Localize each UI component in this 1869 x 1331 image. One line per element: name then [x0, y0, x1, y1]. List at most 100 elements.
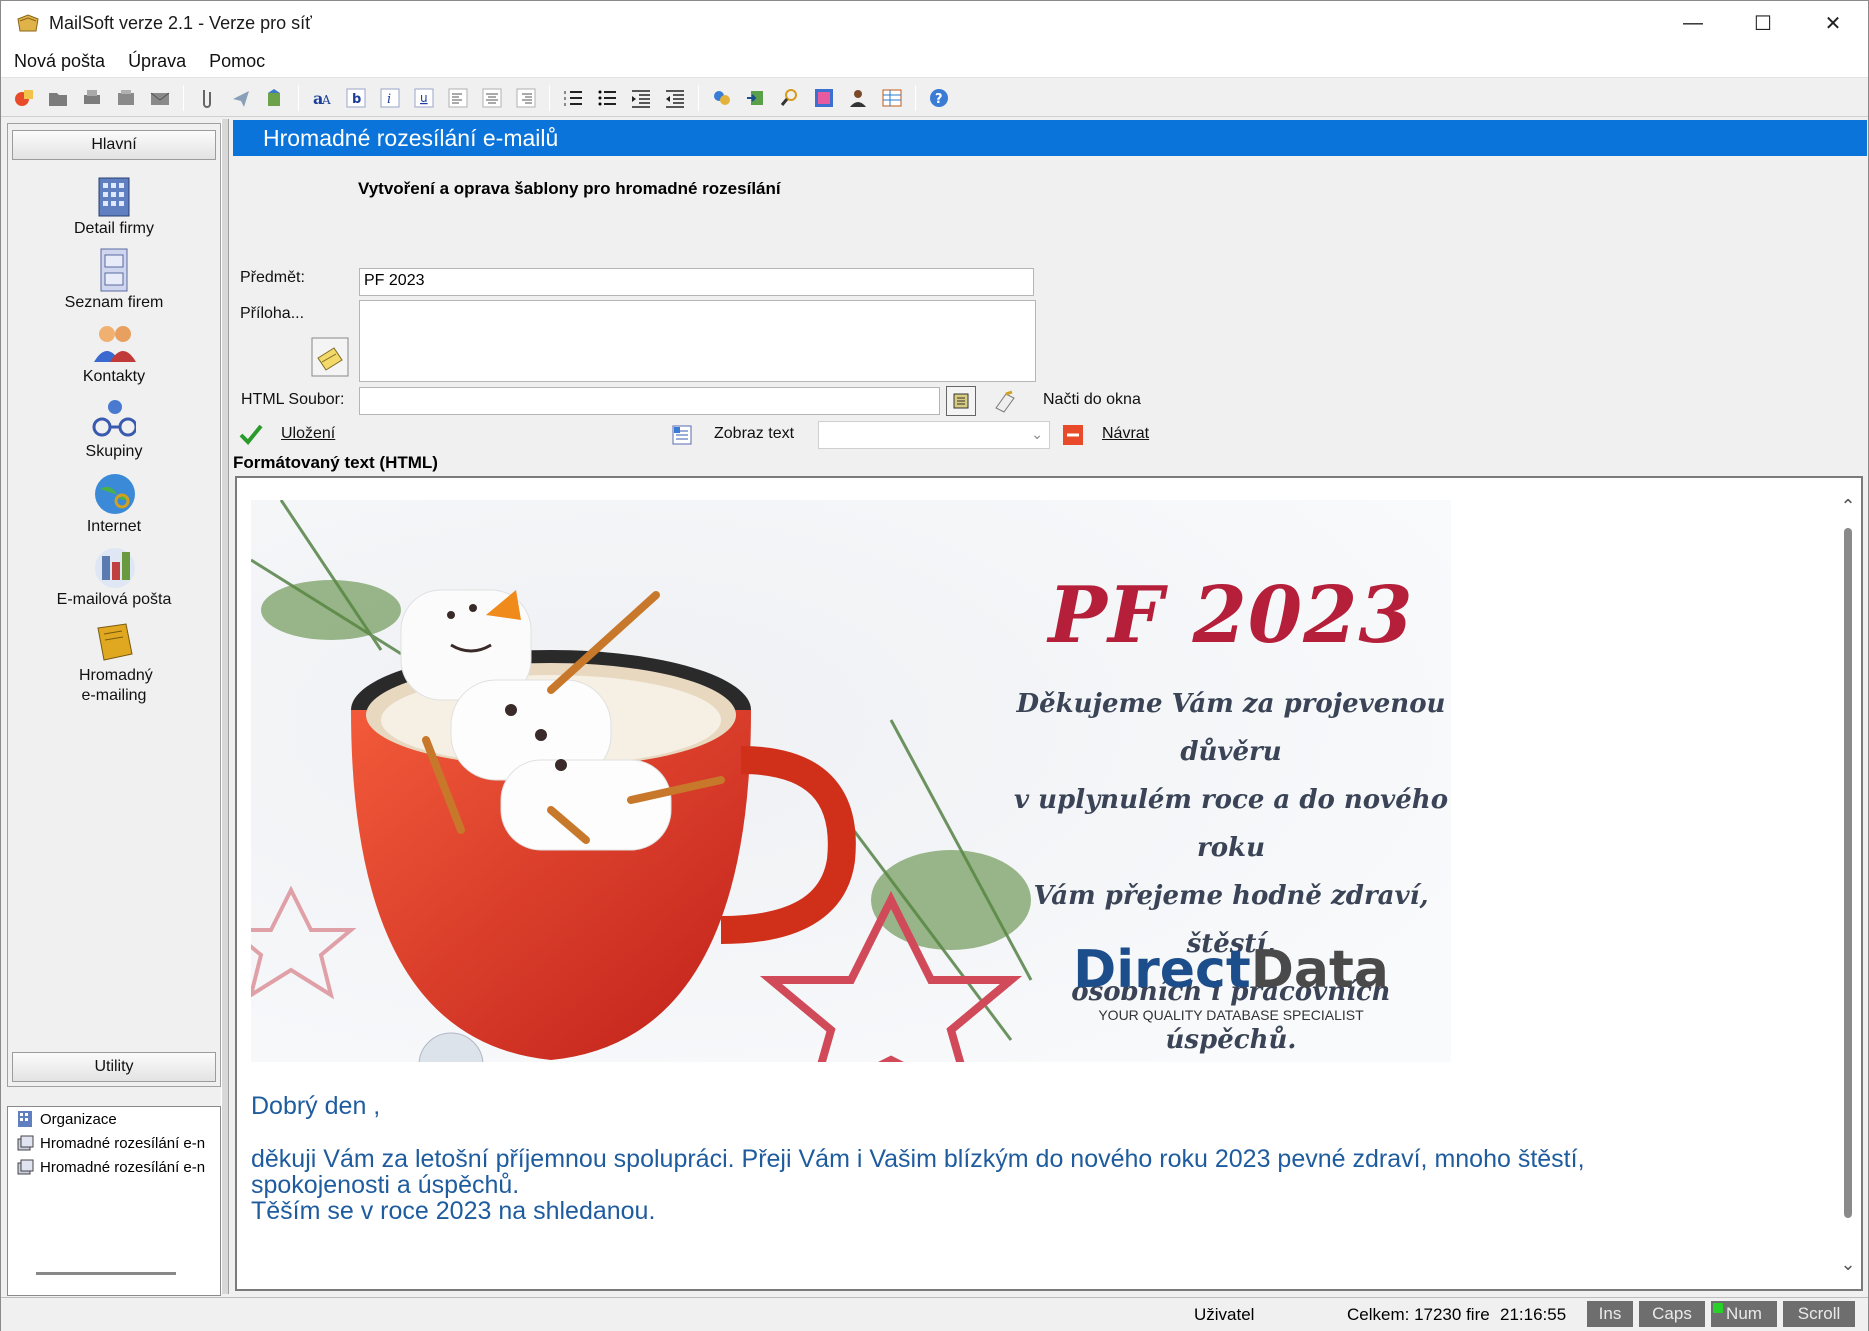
- save-button[interactable]: Uložení: [281, 425, 335, 443]
- scroll-up-icon[interactable]: ⌃: [1838, 496, 1858, 517]
- new-mail-icon[interactable]: [9, 83, 39, 113]
- editor-vertical-scrollbar[interactable]: ⌃ ⌄: [1835, 478, 1861, 1289]
- menu-nova-posta[interactable]: Nová pošta: [1, 51, 115, 72]
- italic-icon[interactable]: i: [375, 83, 405, 113]
- align-right-icon[interactable]: [511, 83, 541, 113]
- close-button[interactable]: ✕: [1798, 1, 1868, 45]
- building-icon: [14, 1109, 36, 1129]
- show-text-icon[interactable]: [669, 422, 695, 448]
- groups-icon: [92, 397, 136, 441]
- minimize-button[interactable]: —: [1658, 1, 1728, 45]
- attachment-list[interactable]: [359, 300, 1036, 382]
- html-file-label: HTML Soubor:: [241, 391, 345, 408]
- tree-item-organizace[interactable]: Organizace: [8, 1107, 220, 1131]
- maximize-button[interactable]: ☐: [1728, 1, 1798, 45]
- tree-panel: Organizace Hromadné rozesílání e-n Hroma…: [7, 1106, 221, 1296]
- send-icon[interactable]: [226, 83, 256, 113]
- menu-uprava[interactable]: Úprava: [115, 51, 196, 72]
- mail-stack-icon: [14, 1133, 36, 1153]
- export-icon[interactable]: [260, 83, 290, 113]
- help-icon[interactable]: ?: [924, 83, 954, 113]
- nav-label: Skupiny: [85, 443, 143, 460]
- status-num: Num: [1711, 1301, 1777, 1327]
- book-icon: [92, 620, 136, 664]
- open-icon[interactable]: [43, 83, 73, 113]
- html-editor[interactable]: PF 2023 Děkujeme Vám za projevenou důvěr…: [235, 476, 1863, 1291]
- tree-horizontal-scrollbar[interactable]: [36, 1272, 176, 1275]
- checkmark-icon[interactable]: [238, 421, 264, 447]
- mail-stack-icon: [14, 1157, 36, 1177]
- print-preview-icon[interactable]: [111, 83, 141, 113]
- subject-input[interactable]: PF 2023: [359, 268, 1034, 296]
- font-icon[interactable]: aA: [307, 83, 337, 113]
- logo-part-1: Direct: [1073, 940, 1251, 1000]
- chevron-down-icon: ⌄: [1031, 426, 1043, 442]
- back-button[interactable]: Návrat: [1102, 425, 1149, 443]
- toolbar-separator: [915, 84, 916, 111]
- group-utility-button[interactable]: Utility: [12, 1052, 216, 1082]
- import-icon[interactable]: [741, 83, 771, 113]
- logo-tagline: YOUR QUALITY DATABASE SPECIALIST: [1098, 1007, 1364, 1023]
- toolbar-separator: [698, 84, 699, 111]
- bullet-list-icon[interactable]: [592, 83, 622, 113]
- num-led-icon: [1713, 1303, 1723, 1313]
- color-icon[interactable]: [707, 83, 737, 113]
- svg-text:u: u: [420, 91, 428, 105]
- tree-item-hromadne-1[interactable]: Hromadné rozesílání e-n: [8, 1131, 220, 1155]
- show-text-button[interactable]: Zobraz text: [714, 425, 794, 443]
- svg-text:A: A: [321, 93, 331, 107]
- indent-icon[interactable]: [626, 83, 656, 113]
- nav-label: Detail firmy: [73, 220, 154, 237]
- vertical-splitter[interactable]: [221, 119, 229, 1294]
- nav-detail-firmy[interactable]: Detail firmy: [12, 174, 216, 238]
- underline-icon[interactable]: u: [409, 83, 439, 113]
- outdent-icon[interactable]: [660, 83, 690, 113]
- align-center-icon[interactable]: [477, 83, 507, 113]
- tree-item-label: Organizace: [40, 1110, 117, 1128]
- outlook-bar: Hlavní Detail firmy Seznam firem Kontakt…: [7, 123, 221, 1087]
- attachment-label[interactable]: Příloha...: [240, 305, 304, 323]
- nav-seznam-firem[interactable]: Seznam firem: [12, 248, 216, 312]
- nav-emailova-posta[interactable]: E-mailová pošta: [12, 545, 216, 609]
- card-message-line: Děkujeme Vám za projevenou důvěru: [1016, 689, 1446, 767]
- print-icon[interactable]: [77, 83, 107, 113]
- search-icon[interactable]: [775, 83, 805, 113]
- attach-note-icon[interactable]: [309, 335, 351, 379]
- mail-icon[interactable]: [145, 83, 175, 113]
- menu-pomoc[interactable]: Pomoc: [196, 51, 275, 72]
- scroll-down-icon[interactable]: ⌄: [1838, 1254, 1858, 1275]
- tree-item-label: Hromadné rozesílání e-n: [40, 1134, 206, 1152]
- tree-item-hromadne-2[interactable]: Hromadné rozesílání e-n: [8, 1155, 220, 1179]
- browse-file-icon[interactable]: [946, 386, 976, 416]
- nav-skupiny[interactable]: Skupiny: [12, 397, 216, 461]
- card-message-line: v uplynulém roce a do nového roku: [1013, 785, 1449, 863]
- formatted-text-label: Formátovaný text (HTML): [233, 453, 438, 472]
- align-left-icon[interactable]: [443, 83, 473, 113]
- nav-internet[interactable]: Internet: [12, 472, 216, 536]
- load-window-icon[interactable]: [991, 387, 1019, 415]
- image-icon[interactable]: [809, 83, 839, 113]
- attach-icon[interactable]: [192, 83, 222, 113]
- menu-bar: Nová pošta Úprava Pomoc: [1, 45, 1868, 78]
- bold-icon[interactable]: b: [341, 83, 371, 113]
- tree-item-label: Hromadné rozesílání e-n: [40, 1158, 206, 1176]
- nav-hromadny-emailing[interactable]: Hromadný e-mailing: [12, 620, 216, 706]
- html-file-input[interactable]: [359, 387, 940, 415]
- card-title: PF 2023: [1048, 570, 1414, 661]
- globe-icon: [92, 472, 136, 516]
- load-to-window-button[interactable]: Načti do okna: [1043, 391, 1141, 409]
- title-bar: MailSoft verze 2.1 - Verze pro síť — ☐ ✕: [1, 1, 1868, 45]
- nav-label: Kontakty: [82, 368, 146, 385]
- directdata-logo: DirectData: [1011, 940, 1451, 1000]
- numbered-list-icon[interactable]: [558, 83, 588, 113]
- group-hlavni-button[interactable]: Hlavní: [12, 130, 216, 160]
- table-icon[interactable]: [877, 83, 907, 113]
- text-select[interactable]: ⌄: [818, 421, 1050, 449]
- back-icon[interactable]: [1060, 422, 1086, 448]
- scroll-thumb[interactable]: [1844, 528, 1852, 1218]
- nav-kontakty[interactable]: Kontakty: [12, 322, 216, 386]
- user-icon[interactable]: [843, 83, 873, 113]
- status-bar: Uživatel Celkem: 17230 fire 21:16:55 Ins…: [1, 1297, 1868, 1331]
- nav-label: E-mailová pošta: [56, 591, 172, 608]
- logo-part-2: Data: [1250, 940, 1389, 1000]
